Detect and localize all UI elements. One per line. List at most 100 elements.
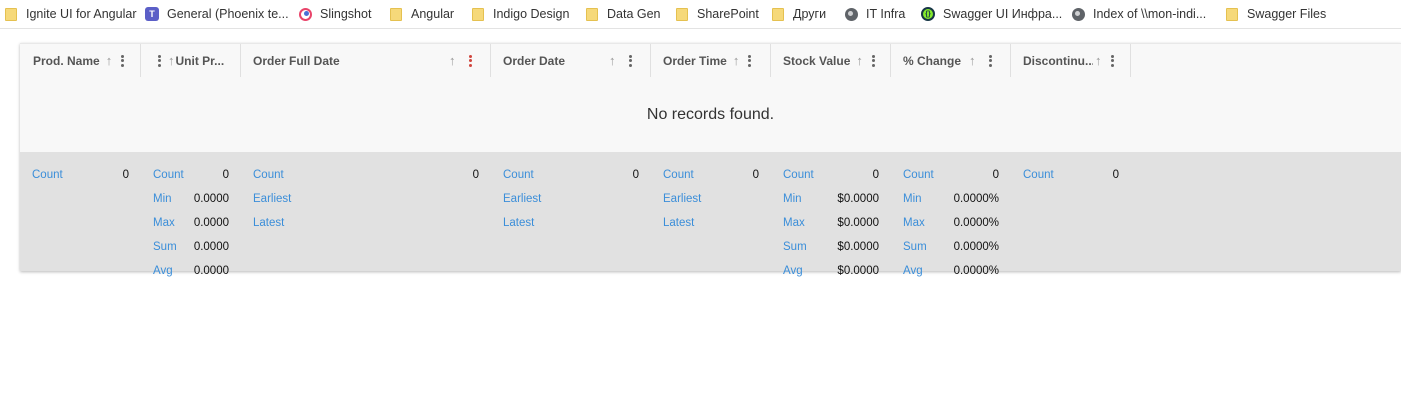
folder-icon [675,7,689,21]
column-header-discontinued[interactable]: Discontinu... ↑ [1011,44,1131,77]
summary-label: Earliest [253,193,292,205]
bookmarks-bar: Ignite UI for Angular T General (Phoenix… [0,0,1401,29]
folder-icon [389,7,403,21]
sort-arrow-icon[interactable]: ↑ [168,53,175,68]
column-title: Discontinu... [1023,53,1093,68]
column-header-percent-change[interactable]: % Change ↑ [891,44,1011,77]
empty-grid-message: No records found. [20,77,1401,152]
summary-value: 0.0000% [953,193,999,205]
summary-value: 0 [122,169,129,181]
column-menu-icon[interactable] [158,54,161,67]
sort-arrow-icon[interactable]: ↑ [856,53,863,68]
sort-arrow-icon[interactable]: ↑ [733,53,740,68]
column-title: Order Full Date [253,53,340,68]
summary-label: Max [783,217,805,229]
summary-value: 0.0000 [193,265,229,277]
summary-value: 0 [752,169,759,181]
summary-label: Count [663,169,694,181]
bookmark-index-of[interactable]: Index of \\mon-indi... [1071,3,1206,25]
bookmark-sharepoint[interactable]: SharePoint [675,3,759,25]
sort-arrow-icon[interactable]: ↑ [449,53,456,68]
summary-value: 0 [872,169,879,181]
sort-arrow-icon[interactable]: ↑ [969,53,976,68]
globe-icon [1071,7,1085,21]
summary-value: 0 [222,169,229,181]
bookmark-label: Slingshot [320,7,372,21]
column-menu-icon[interactable] [871,54,875,67]
summary-value: $0.0000 [837,217,879,229]
bookmark-ignite-ui[interactable]: Ignite UI for Angular [4,3,136,25]
summary-value: 0.0000 [193,193,229,205]
column-header-unit-price[interactable]: ↑ Unit Pr... [141,44,241,77]
summary-value: $0.0000 [837,193,879,205]
summary-value: 0.0000 [193,241,229,253]
column-header-order-full-date[interactable]: Order Full Date ↑ [241,44,491,77]
summary-label: Count [32,169,63,181]
summary-order-full-date: Count 0 Earliest Latest [241,152,491,271]
summary-discontinued: Count 0 [1011,152,1131,271]
bookmark-slingshot[interactable]: Slingshot [298,3,371,25]
summary-percent-change: Count 0 Min 0.0000% Max 0.0000% Sum 0.0000% … [891,152,1011,277]
bookmark-indigo-design[interactable]: Indigo Design [471,3,569,25]
teams-icon: T [145,7,159,21]
folder-icon [771,7,785,21]
bookmark-label: Data Gen [607,7,661,21]
summary-value: 0 [472,169,479,181]
bookmark-drugi[interactable]: Други [771,3,826,25]
summary-label: Max [903,217,925,229]
folder-icon [585,7,599,21]
summary-label: Sum [903,241,927,253]
column-header-order-time[interactable]: Order Time ↑ [651,44,771,77]
bookmark-label: Indigo Design [493,7,570,21]
folder-icon [4,7,18,21]
bookmark-swagger-files[interactable]: Swagger Files [1225,3,1326,25]
folder-icon [471,7,485,21]
summary-label: Latest [503,217,535,229]
summary-label: Count [1023,169,1054,181]
empty-message-text: No records found. [646,105,775,123]
summary-label: Sum [153,241,177,253]
summary-label: Min [903,193,922,205]
data-grid: Prod. Name ↑ ↑ Unit Pr... Order Full Dat… [20,43,1401,277]
bookmark-angular[interactable]: Angular [389,3,454,25]
column-menu-icon[interactable] [629,54,632,67]
column-header-prod-name[interactable]: Prod. Name ↑ [20,44,141,77]
column-menu-icon[interactable] [989,54,992,67]
summary-label: Latest [663,217,695,229]
bookmark-label: Angular [411,7,455,21]
slingshot-icon [298,7,312,21]
bookmark-label: SharePoint [697,7,759,21]
summary-label: Count [253,169,284,181]
bookmark-swagger-infra[interactable]: {} Swagger UI Инфра... [921,3,1062,25]
column-header-order-date[interactable]: Order Date ↑ [491,44,651,77]
bookmark-label: IT Infra [866,7,906,21]
bookmark-teams-general[interactable]: T General (Phoenix te... [145,3,289,25]
summary-order-date: Count 0 Earliest Latest [491,152,651,271]
bookmark-it-infra[interactable]: IT Infra [844,3,905,25]
column-menu-icon[interactable] [748,54,752,67]
bookmark-data-gen[interactable]: Data Gen [585,3,661,25]
summary-label: Avg [903,265,923,277]
column-header-stock-value[interactable]: Stock Value ↑ [771,44,891,77]
summary-label: Earliest [503,193,542,205]
column-menu-icon[interactable] [121,54,125,67]
summary-value: 0.0000% [953,217,999,229]
summary-label: Count [783,169,814,181]
summary-unit-price: Count 0 Min 0.0000 Max 0.0000 Sum 0.0000 Avg… [141,152,241,277]
summary-value: $0.0000 [837,241,879,253]
column-menu-icon[interactable] [469,54,472,67]
summary-label: Avg [153,265,173,277]
bookmark-label: Ignite UI for Angular [26,7,137,21]
sort-arrow-icon[interactable]: ↑ [1095,53,1102,68]
column-title: % Change [903,53,962,68]
column-title: Unit Pr... [175,53,225,68]
column-title: Order Date [503,53,566,68]
summary-label: Min [783,193,802,205]
summary-value: 0.0000% [953,241,999,253]
sort-arrow-icon[interactable]: ↑ [609,53,616,68]
summary-value: $0.0000 [837,265,879,277]
summary-prod-name: Count 0 [20,152,141,271]
summary-value: 0.0000% [953,265,999,277]
column-menu-icon[interactable] [1110,54,1114,67]
sort-arrow-icon[interactable]: ↑ [106,53,113,68]
